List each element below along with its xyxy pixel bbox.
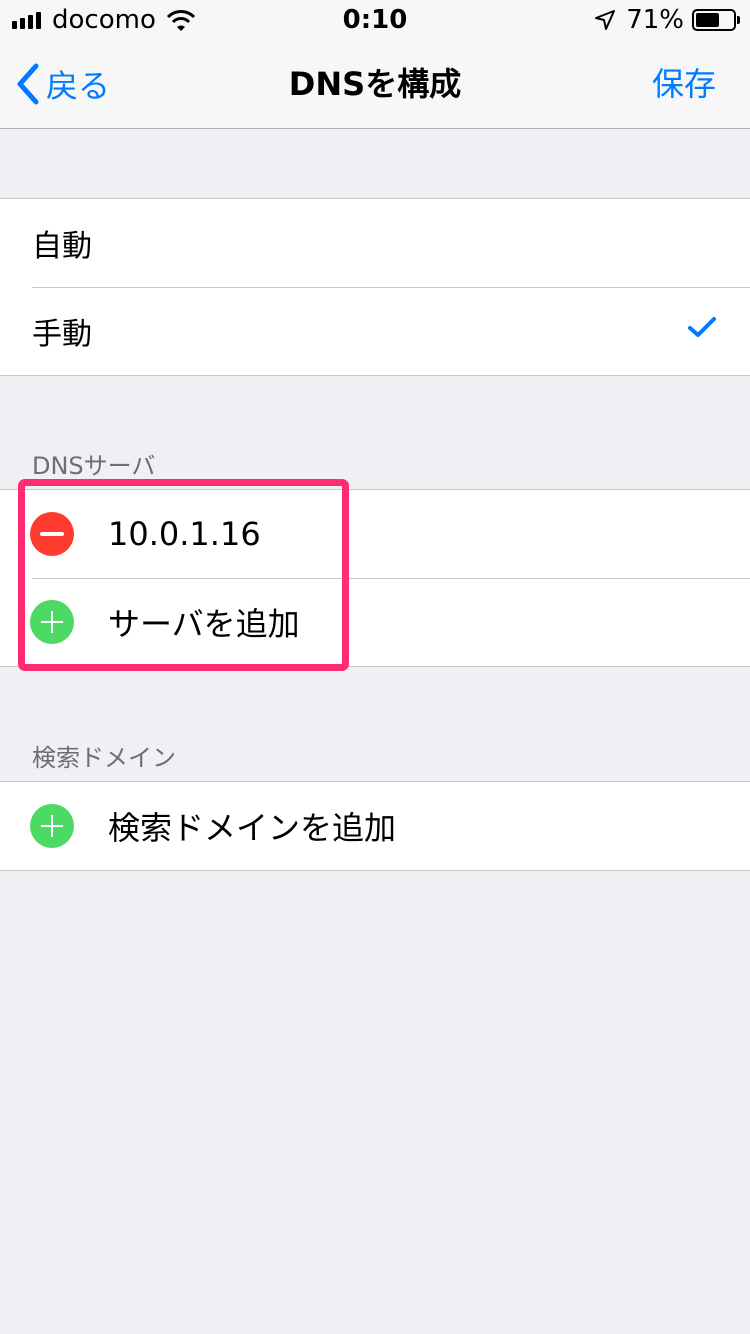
dns-mode-group: 自動 手動 — [0, 198, 750, 376]
navigation-bar: 戻る DNSを構成 保存 — [0, 40, 750, 129]
status-bar: docomo 0:10 71% — [0, 0, 750, 40]
location-arrow-icon — [595, 10, 616, 30]
option-manual[interactable]: 手動 — [0, 287, 750, 375]
search-domains-header: 検索ドメイン — [32, 744, 176, 772]
highlight-annotation-box — [18, 479, 349, 671]
dns-servers-header: DNSサーバ — [32, 452, 156, 480]
add-search-domain-label: 検索ドメインを追加 — [108, 809, 397, 847]
battery-percent: 71% — [626, 5, 684, 35]
option-automatic[interactable]: 自動 — [0, 199, 750, 287]
page-title: DNSを構成 — [288, 65, 462, 103]
status-right: 71% — [594, 4, 740, 36]
add-circle-icon[interactable] — [30, 804, 74, 848]
battery-icon — [692, 9, 740, 31]
option-manual-label: 手動 — [32, 317, 92, 352]
search-domains-group: 検索ドメインを追加 — [0, 781, 750, 871]
option-automatic-label: 自動 — [32, 229, 92, 264]
checkmark-icon — [688, 317, 716, 337]
save-button[interactable]: 保存 — [652, 40, 716, 128]
add-search-domain-row[interactable]: 検索ドメインを追加 — [0, 782, 750, 870]
